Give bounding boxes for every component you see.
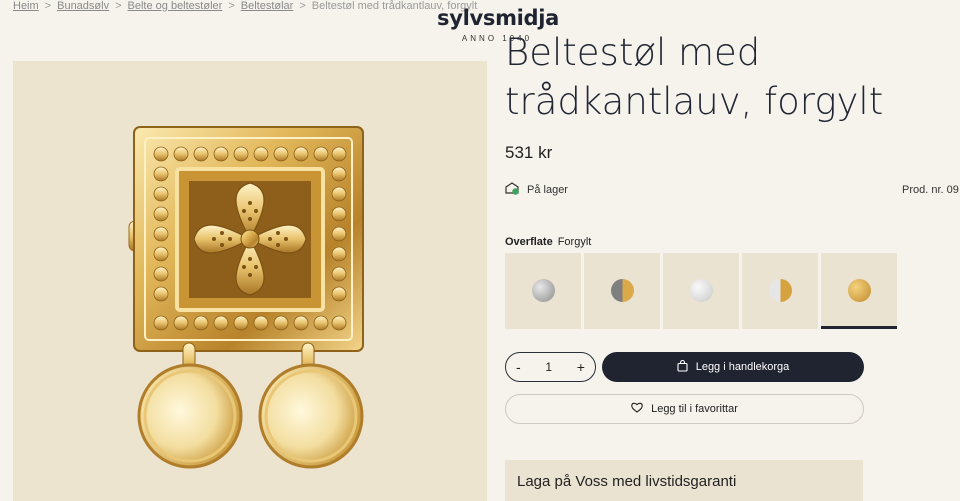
finish-silver-gold-alt-dot — [769, 279, 792, 302]
quantity-increase-button[interactable]: + — [577, 359, 585, 375]
finish-option-gold[interactable] — [821, 253, 897, 329]
product-price: 531 kr — [505, 143, 553, 162]
warranty-info-box[interactable]: Laga på Voss med livstidsgaranti — [505, 460, 863, 501]
shopping-bag-icon — [677, 359, 688, 375]
add-to-favorites-label: Legg til i favorittar — [651, 403, 738, 415]
finish-option-silver-gold-alt[interactable] — [742, 253, 818, 329]
add-to-cart-label: Legg i handlekorga — [695, 361, 790, 373]
quantity-decrease-button[interactable]: - — [516, 359, 521, 375]
product-title: Beltestøl med trådkantlauv, forgylt — [505, 31, 884, 123]
heart-icon — [631, 402, 643, 416]
product-photo-illustration — [128, 126, 364, 469]
breadcrumb-link-home[interactable]: Heim — [13, 0, 39, 12]
warranty-heading: Laga på Voss med livstidsgaranti — [517, 473, 737, 490]
logo-wordmark: sylvsmidja — [437, 6, 560, 30]
finish-silver-gold-dot — [611, 279, 634, 302]
product-image[interactable] — [13, 61, 487, 501]
stock-label: På lager — [527, 184, 568, 196]
breadcrumb: Heim > Bunadsølv > Belte og beltestøler > Belt… — [13, 0, 477, 12]
quantity-stepper: - 1 + — [505, 352, 596, 382]
breadcrumb-separator: > — [299, 0, 306, 12]
stock-status: På lager — [505, 182, 568, 198]
quantity-value[interactable]: 1 — [545, 360, 552, 374]
finish-gold-dot — [848, 279, 871, 302]
finish-option-white-silver[interactable] — [663, 253, 739, 329]
add-to-favorites-button[interactable]: Legg til i favorittar — [505, 394, 864, 424]
store-stock-icon — [505, 182, 519, 198]
finish-white-silver-dot — [690, 279, 713, 302]
breadcrumb-separator: > — [228, 0, 235, 12]
breadcrumb-separator: > — [44, 0, 52, 12]
finish-label: Overflate Forgylt — [505, 236, 591, 248]
breadcrumb-link-belte[interactable]: Belte og beltestøler — [128, 0, 223, 12]
breadcrumb-link-beltestolar[interactable]: Beltestølar — [241, 0, 294, 12]
finish-silver-dot — [532, 279, 555, 302]
finish-option-silver-gold[interactable] — [584, 253, 660, 329]
add-to-cart-button[interactable]: Legg i handlekorga — [602, 352, 864, 382]
finish-option-silver[interactable] — [505, 253, 581, 329]
product-number: Prod. nr. 09 — [902, 184, 959, 196]
finish-swatches — [505, 253, 897, 329]
breadcrumb-link-bunadsolv[interactable]: Bunadsølv — [57, 0, 109, 12]
finish-selected-value: Forgylt — [557, 236, 592, 248]
finish-label-title: Overflate — [505, 236, 553, 248]
breadcrumb-separator: > — [115, 0, 122, 12]
